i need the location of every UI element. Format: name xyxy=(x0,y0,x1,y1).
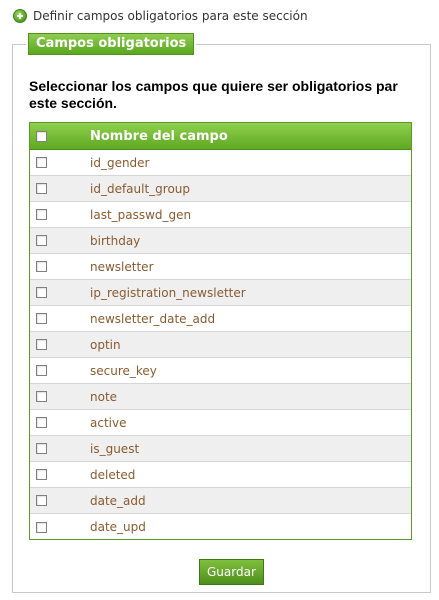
row-checkbox[interactable] xyxy=(36,521,47,533)
field-name: deleted xyxy=(90,467,136,482)
field-name: note xyxy=(90,389,118,404)
table-row: deleted xyxy=(30,462,411,488)
field-name: newsletter xyxy=(90,259,154,274)
row-checkbox[interactable] xyxy=(36,157,47,168)
field-name: ip_registration_newsletter xyxy=(90,285,246,300)
table-row: note xyxy=(30,384,411,410)
table-row: birthday xyxy=(30,228,411,254)
row-checkbox[interactable] xyxy=(36,339,47,350)
column-header-field-name: Nombre del campo xyxy=(90,128,228,144)
select-all-checkbox[interactable] xyxy=(36,130,47,142)
row-checkbox[interactable] xyxy=(36,365,47,376)
field-name: active xyxy=(90,415,127,430)
row-checkbox[interactable] xyxy=(36,209,47,220)
row-checkbox[interactable] xyxy=(36,391,47,402)
row-checkbox[interactable] xyxy=(36,469,47,480)
table-row: secure_key xyxy=(30,358,411,384)
field-name: id_gender xyxy=(90,155,150,170)
table-row: id_default_group xyxy=(30,176,411,202)
define-required-fields-link[interactable]: Definir campos obligatorios para este se… xyxy=(13,7,308,25)
row-checkbox[interactable] xyxy=(36,235,47,246)
field-name: secure_key xyxy=(90,363,157,378)
field-name: date_add xyxy=(90,493,146,508)
table-row: date_upd xyxy=(30,514,411,540)
field-name: date_upd xyxy=(90,520,146,534)
field-name: newsletter_date_add xyxy=(90,311,216,326)
table-row: last_passwd_gen xyxy=(30,202,411,228)
row-checkbox[interactable] xyxy=(36,261,47,272)
row-checkbox[interactable] xyxy=(36,313,47,324)
field-name: last_passwd_gen xyxy=(90,207,192,222)
row-checkbox[interactable] xyxy=(36,287,47,298)
table-row: optin xyxy=(30,332,411,358)
fieldset-legend: Campos obligatorios xyxy=(25,31,197,57)
field-name: is_guest xyxy=(90,441,140,456)
table-row: date_add xyxy=(30,488,411,514)
field-name: id_default_group xyxy=(90,181,191,196)
table-row: active xyxy=(30,410,411,436)
fields-table: Nombre del campo id_gender id_default_gro… xyxy=(29,122,412,540)
row-checkbox[interactable] xyxy=(36,443,47,454)
row-checkbox[interactable] xyxy=(36,495,47,506)
table-row: newsletter xyxy=(30,254,411,280)
save-button[interactable]: Guardar xyxy=(199,559,264,585)
row-checkbox[interactable] xyxy=(36,417,47,428)
field-name: birthday xyxy=(90,233,141,248)
define-required-fields-label: Definir campos obligatorios para este se… xyxy=(33,9,308,23)
intro-text: Seleccionar los campos que quiere ser ob… xyxy=(29,78,398,111)
table-row: ip_registration_newsletter xyxy=(30,280,411,306)
table-row: is_guest xyxy=(30,436,411,462)
row-checkbox[interactable] xyxy=(36,183,47,194)
table-row: newsletter_date_add xyxy=(30,306,411,332)
field-name: optin xyxy=(90,337,121,352)
table-row: id_gender xyxy=(30,150,411,176)
add-circle-icon xyxy=(13,9,27,23)
table-header: Nombre del campo xyxy=(30,123,411,150)
